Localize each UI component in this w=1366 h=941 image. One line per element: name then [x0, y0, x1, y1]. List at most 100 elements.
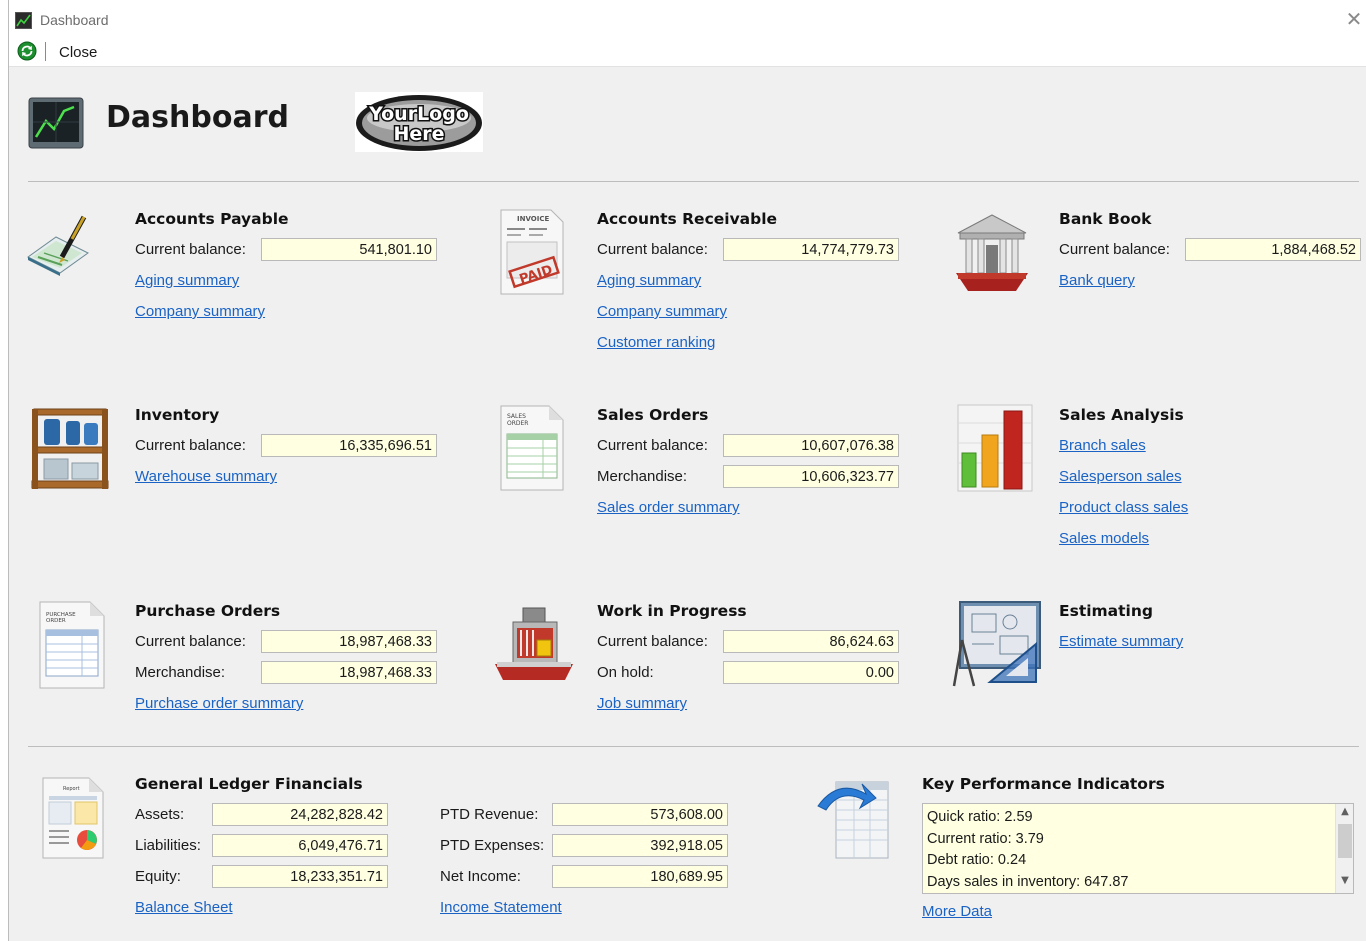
work-in-progress-title: Work in Progress: [597, 602, 747, 620]
accounts-receivable-title: Accounts Receivable: [597, 210, 778, 228]
dashboard-window: Dashboard ✕ Close Dashboard YourLogo Her…: [8, 0, 1366, 941]
window-title: Dashboard: [40, 12, 109, 28]
bank-balance-label: Current balance:: [1059, 241, 1170, 258]
sales-order-document-icon: SALES ORDER: [500, 405, 564, 491]
purchase-orders-title: Purchase Orders: [135, 602, 281, 620]
gl-assets-label: Assets:: [135, 806, 185, 823]
toolbar-separator: [45, 42, 46, 61]
sales-analysis-title: Sales Analysis: [1059, 406, 1184, 424]
bank-book-title: Bank Book: [1059, 210, 1152, 228]
so-balance-label: Current balance:: [597, 437, 708, 454]
scrollbar-thumb[interactable]: [1338, 824, 1352, 858]
kpi-list[interactable]: Quick ratio: 2.59 Current ratio: 3.79 De…: [922, 803, 1354, 894]
inventory-balance-label: Current balance:: [135, 437, 246, 454]
product-class-sales-link[interactable]: Product class sales: [1059, 499, 1188, 516]
dashboard-monitor-icon: [28, 97, 84, 149]
svg-text:Report: Report: [63, 786, 80, 792]
sales-order-summary-link[interactable]: Sales order summary: [597, 499, 740, 516]
factory-icon: [495, 607, 573, 680]
close-button[interactable]: Close: [59, 44, 97, 61]
svg-text:ORDER: ORDER: [507, 420, 528, 427]
po-merchandise-label: Merchandise:: [135, 664, 226, 681]
so-merchandise-value: 10,606,323.77: [723, 465, 899, 488]
financials-divider: [28, 746, 1359, 747]
scroll-up-icon[interactable]: ▲: [1336, 806, 1354, 822]
so-balance-value: 10,607,076.38: [723, 434, 899, 457]
ar-customer-ranking-link[interactable]: Customer ranking: [597, 334, 715, 351]
wip-balance-value: 86,624.63: [723, 630, 899, 653]
gl-liabilities-value: 6,049,476.71: [212, 834, 388, 857]
wip-balance-label: Current balance:: [597, 633, 708, 650]
gl-expenses-label: PTD Expenses:: [440, 837, 545, 854]
window-close-icon[interactable]: ✕: [1344, 9, 1364, 29]
refresh-icon[interactable]: [17, 41, 37, 61]
general-ledger-title: General Ledger Financials: [135, 775, 363, 793]
toolbar: Close: [9, 38, 1366, 67]
po-merchandise-value: 18,987,468.33: [261, 661, 437, 684]
gl-equity-label: Equity:: [135, 868, 181, 885]
logo-text-bottom: Here: [393, 123, 444, 145]
kpi-days-sales-inventory: Days sales in inventory: 647.87: [927, 873, 1129, 890]
svg-text:ORDER: ORDER: [46, 618, 66, 624]
salesperson-sales-link[interactable]: Salesperson sales: [1059, 468, 1182, 485]
kpi-scrollbar[interactable]: ▲ ▼: [1335, 804, 1353, 893]
sales-orders-title: Sales Orders: [597, 406, 709, 424]
estimating-title: Estimating: [1059, 602, 1153, 620]
purchase-order-document-icon: PURCHASE ORDER: [39, 601, 105, 689]
checkbook-pen-icon: [27, 215, 89, 276]
ap-company-summary-link[interactable]: Company summary: [135, 303, 265, 320]
po-balance-value: 18,987,468.33: [261, 630, 437, 653]
dashboard-app-icon: [15, 12, 32, 29]
job-summary-link[interactable]: Job summary: [597, 695, 687, 712]
estimate-summary-link[interactable]: Estimate summary: [1059, 633, 1183, 650]
bank-balance-value: 1,884,468.52: [1185, 238, 1361, 261]
ar-company-summary-link[interactable]: Company summary: [597, 303, 727, 320]
gl-net-income-value: 180,689.95: [552, 865, 728, 888]
title-bar: Dashboard ✕: [9, 0, 1366, 38]
po-balance-label: Current balance:: [135, 633, 246, 650]
inventory-title: Inventory: [135, 406, 220, 424]
kpi-title: Key Performance Indicators: [922, 775, 1165, 793]
paid-invoice-icon: INVOICE PAID: [500, 209, 564, 295]
ar-balance-value: 14,774,779.73: [723, 238, 899, 261]
blueprint-icon: [952, 601, 1041, 687]
wip-on-hold-value: 0.00: [723, 661, 899, 684]
gl-assets-value: 24,282,828.42: [212, 803, 388, 826]
kpi-current-ratio: Current ratio: 3.79: [927, 830, 1044, 847]
bar-chart-icon: [957, 404, 1033, 492]
accounts-payable-title: Accounts Payable: [135, 210, 289, 228]
so-merchandise-label: Merchandise:: [597, 468, 688, 485]
ar-balance-label: Current balance:: [597, 241, 708, 258]
income-statement-link[interactable]: Income Statement: [440, 899, 562, 916]
more-data-link[interactable]: More Data: [922, 903, 992, 920]
header-divider: [28, 181, 1359, 182]
scroll-down-icon[interactable]: ▼: [1336, 875, 1354, 891]
svg-text:SALES: SALES: [507, 413, 526, 420]
ap-balance-value: 541,801.10: [261, 238, 437, 261]
gl-equity-value: 18,233,351.71: [212, 865, 388, 888]
bank-query-link[interactable]: Bank query: [1059, 272, 1135, 289]
report-document-icon: Report: [42, 777, 104, 859]
ap-aging-summary-link[interactable]: Aging summary: [135, 272, 239, 289]
ar-aging-summary-link[interactable]: Aging summary: [597, 272, 701, 289]
sales-models-link[interactable]: Sales models: [1059, 530, 1149, 547]
kpi-quick-ratio: Quick ratio: 2.59: [927, 809, 1033, 825]
warehouse-shelf-icon: [31, 408, 109, 489]
gl-liabilities-label: Liabilities:: [135, 837, 201, 854]
purchase-order-summary-link[interactable]: Purchase order summary: [135, 695, 303, 712]
gl-expenses-value: 392,918.05: [552, 834, 728, 857]
kpi-debt-ratio: Debt ratio: 0.24: [927, 852, 1027, 868]
company-logo: YourLogo Here: [355, 92, 483, 152]
page-title: Dashboard: [106, 100, 289, 135]
svg-text:INVOICE: INVOICE: [517, 215, 549, 223]
gl-net-income-label: Net Income:: [440, 868, 521, 885]
inventory-balance-value: 16,335,696.51: [261, 434, 437, 457]
ap-balance-label: Current balance:: [135, 241, 246, 258]
branch-sales-link[interactable]: Branch sales: [1059, 437, 1146, 454]
spreadsheet-arrow-icon: [817, 781, 889, 859]
gl-revenue-label: PTD Revenue:: [440, 806, 539, 823]
wip-on-hold-label: On hold:: [597, 664, 654, 681]
logo-text-top: YourLogo: [368, 103, 469, 125]
warehouse-summary-link[interactable]: Warehouse summary: [135, 468, 277, 485]
balance-sheet-link[interactable]: Balance Sheet: [135, 899, 233, 916]
